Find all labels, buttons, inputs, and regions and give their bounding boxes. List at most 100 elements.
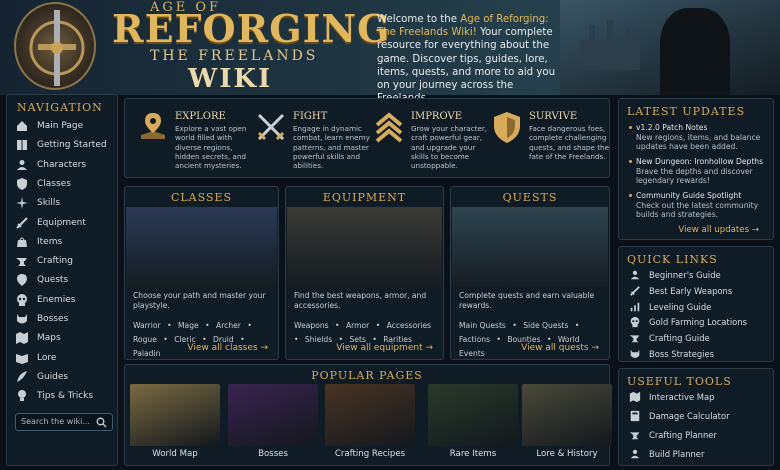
tool-crafting-planner[interactable]: Crafting Planner <box>629 429 717 441</box>
card-link[interactable]: Accessories <box>387 321 432 330</box>
card-title[interactable]: QUESTS <box>451 191 609 204</box>
nav-item-label: Bosses <box>37 314 69 324</box>
card-links: Warrior • Mage • Archer • Rogue • Cleric… <box>133 319 275 361</box>
nav-item-classes[interactable]: Classes <box>15 175 115 193</box>
logo-subtitle: THE FREELANDS <box>150 48 319 64</box>
quick-link-label: Crafting Guide <box>649 333 710 344</box>
card-equipment: EQUIPMENT Find the best weapons, armor, a… <box>285 186 444 360</box>
card-image[interactable] <box>126 207 277 287</box>
nav-item-label: Classes <box>37 178 71 189</box>
card-image[interactable] <box>452 207 608 287</box>
card-title[interactable]: CLASSES <box>125 191 278 204</box>
update-title: Community Guide Spotlight <box>636 191 742 200</box>
quick-link-leveling-guide[interactable]: Leveling Guide <box>629 301 711 313</box>
nav-item-getting-started[interactable]: Getting Started <box>15 136 115 154</box>
useful-tools-title: USEFUL TOOLS <box>627 375 732 388</box>
card-link[interactable]: Main Quests <box>459 321 506 330</box>
nav-item-label: Enemies <box>37 294 76 305</box>
popular-page-image <box>130 384 220 446</box>
popular-page-bosses[interactable]: Bosses <box>227 383 319 463</box>
demon-icon <box>15 312 29 326</box>
search-placeholder: Search the wiki... <box>21 417 90 426</box>
nav-item-characters[interactable]: Characters <box>15 156 115 174</box>
popular-page-lore-history[interactable]: Lore & History <box>521 383 613 463</box>
quick-link-boss-strategies[interactable]: Boss Strategies <box>629 348 714 360</box>
nav-item-crafting[interactable]: Crafting <box>15 252 115 270</box>
card-image[interactable] <box>287 207 442 287</box>
card-title[interactable]: EQUIPMENT <box>286 191 443 204</box>
card-view-all-link[interactable]: View all quests → <box>521 343 599 353</box>
popular-page-label: Rare Items <box>449 449 497 459</box>
popular-page-rare-items[interactable]: Rare Items <box>427 383 519 463</box>
nav-item-tips-tricks[interactable]: Tips & Tricks <box>15 387 115 405</box>
search-input[interactable]: Search the wiki... <box>15 413 113 431</box>
nav-item-equipment[interactable]: Equipment <box>15 214 115 232</box>
castle-silhouette <box>580 20 640 70</box>
features-panel: EXPLORE Explore a vast open world filled … <box>124 98 610 178</box>
nav-item-label: Equipment <box>37 217 86 228</box>
skull-icon <box>629 316 641 328</box>
sword-emblem-logo[interactable] <box>14 2 96 90</box>
card-view-all-link[interactable]: View all classes → <box>187 343 268 353</box>
popular-page-image <box>522 384 612 446</box>
search-icon[interactable] <box>96 417 107 430</box>
sword-icon <box>15 216 29 230</box>
knight-silhouette <box>660 8 730 95</box>
feature-fight[interactable]: FIGHT Engage in dynamic combat, learn ene… <box>249 105 370 175</box>
navigation-title: NAVIGATION <box>17 101 103 114</box>
quick-link-beginner-s-guide[interactable]: Beginner's Guide <box>629 269 721 281</box>
nav-item-quests[interactable]: Quests <box>15 271 115 289</box>
link-separator: • <box>164 321 174 330</box>
nav-item-main-page[interactable]: Main Page <box>15 117 115 135</box>
nav-item-guides[interactable]: Guides <box>15 368 115 386</box>
popular-page-image <box>428 384 518 446</box>
nav-item-lore[interactable]: Lore <box>15 349 115 367</box>
quick-links-title: QUICK LINKS <box>627 253 718 266</box>
card-link[interactable]: Paladin <box>133 349 160 358</box>
nav-item-bosses[interactable]: Bosses <box>15 310 115 328</box>
quick-link-best-early-weapons[interactable]: Best Early Weapons <box>629 285 732 297</box>
popular-page-world-map[interactable]: World Map <box>129 383 221 463</box>
quick-link-gold-farming-locations[interactable]: Gold Farming Locations <box>629 316 747 328</box>
card-link[interactable]: Side Quests <box>523 321 568 330</box>
quick-link-crafting-guide[interactable]: Crafting Guide <box>629 332 710 344</box>
update-title: New Dungeon: Ironhollow Depths <box>636 157 764 166</box>
nav-item-skills[interactable]: Skills <box>15 194 115 212</box>
calculator-icon <box>629 410 641 422</box>
bullet-icon <box>629 126 632 129</box>
feature-improve[interactable]: IMPROVE Grow your character, craft powerf… <box>367 105 487 175</box>
feature-title: IMPROVE <box>411 111 462 122</box>
card-view-all-link[interactable]: View all equipment → <box>336 343 433 353</box>
feature-explore[interactable]: EXPLORE Explore a vast open world filled … <box>131 105 249 175</box>
card-link[interactable]: Mage <box>178 321 199 330</box>
tool-label: Damage Calculator <box>649 411 730 421</box>
card-link[interactable]: Archer <box>216 321 241 330</box>
card-link[interactable]: Factions <box>459 335 490 344</box>
update-description: Brave the depths and discover legendary … <box>636 166 753 186</box>
card-link[interactable]: Armor <box>346 321 369 330</box>
update-item[interactable]: New Dungeon: Ironhollow Depths Brave the … <box>629 157 769 186</box>
anvil-icon <box>15 254 29 268</box>
card-link[interactable]: Rogue <box>133 335 157 344</box>
popular-page-crafting-recipes[interactable]: Crafting Recipes <box>324 383 416 463</box>
update-item[interactable]: v1.2.0 Patch Notes New regions, items, an… <box>629 123 769 152</box>
nav-item-maps[interactable]: Maps <box>15 329 115 347</box>
update-description: New regions, items, and balance updates … <box>636 132 761 152</box>
update-item[interactable]: Community Guide Spotlight Check out the l… <box>629 191 769 220</box>
tool-damage-calculator[interactable]: Damage Calculator <box>629 410 730 422</box>
tool-build-planner[interactable]: Build Planner <box>629 448 704 460</box>
nav-item-items[interactable]: Items <box>15 233 115 251</box>
card-link[interactable]: Warrior <box>133 321 161 330</box>
nav-item-label: Maps <box>37 333 61 344</box>
popular-page-label: World Map <box>152 449 198 459</box>
tool-interactive-map[interactable]: Interactive Map <box>629 391 714 403</box>
nav-item-enemies[interactable]: Enemies <box>15 291 115 309</box>
view-all-updates-link[interactable]: View all updates → <box>678 225 759 235</box>
quick-link-label: Leveling Guide <box>649 301 712 312</box>
nav-item-label: Skills <box>37 198 61 209</box>
feature-survive[interactable]: SURVIVE Face dangerous foes, complete cha… <box>485 105 609 175</box>
nav-item-label: Crafting <box>37 256 73 267</box>
card-link[interactable]: Shields <box>305 335 332 344</box>
card-link[interactable]: Weapons <box>294 321 329 330</box>
card-description: Find the best weapons, armor, and access… <box>294 291 427 310</box>
